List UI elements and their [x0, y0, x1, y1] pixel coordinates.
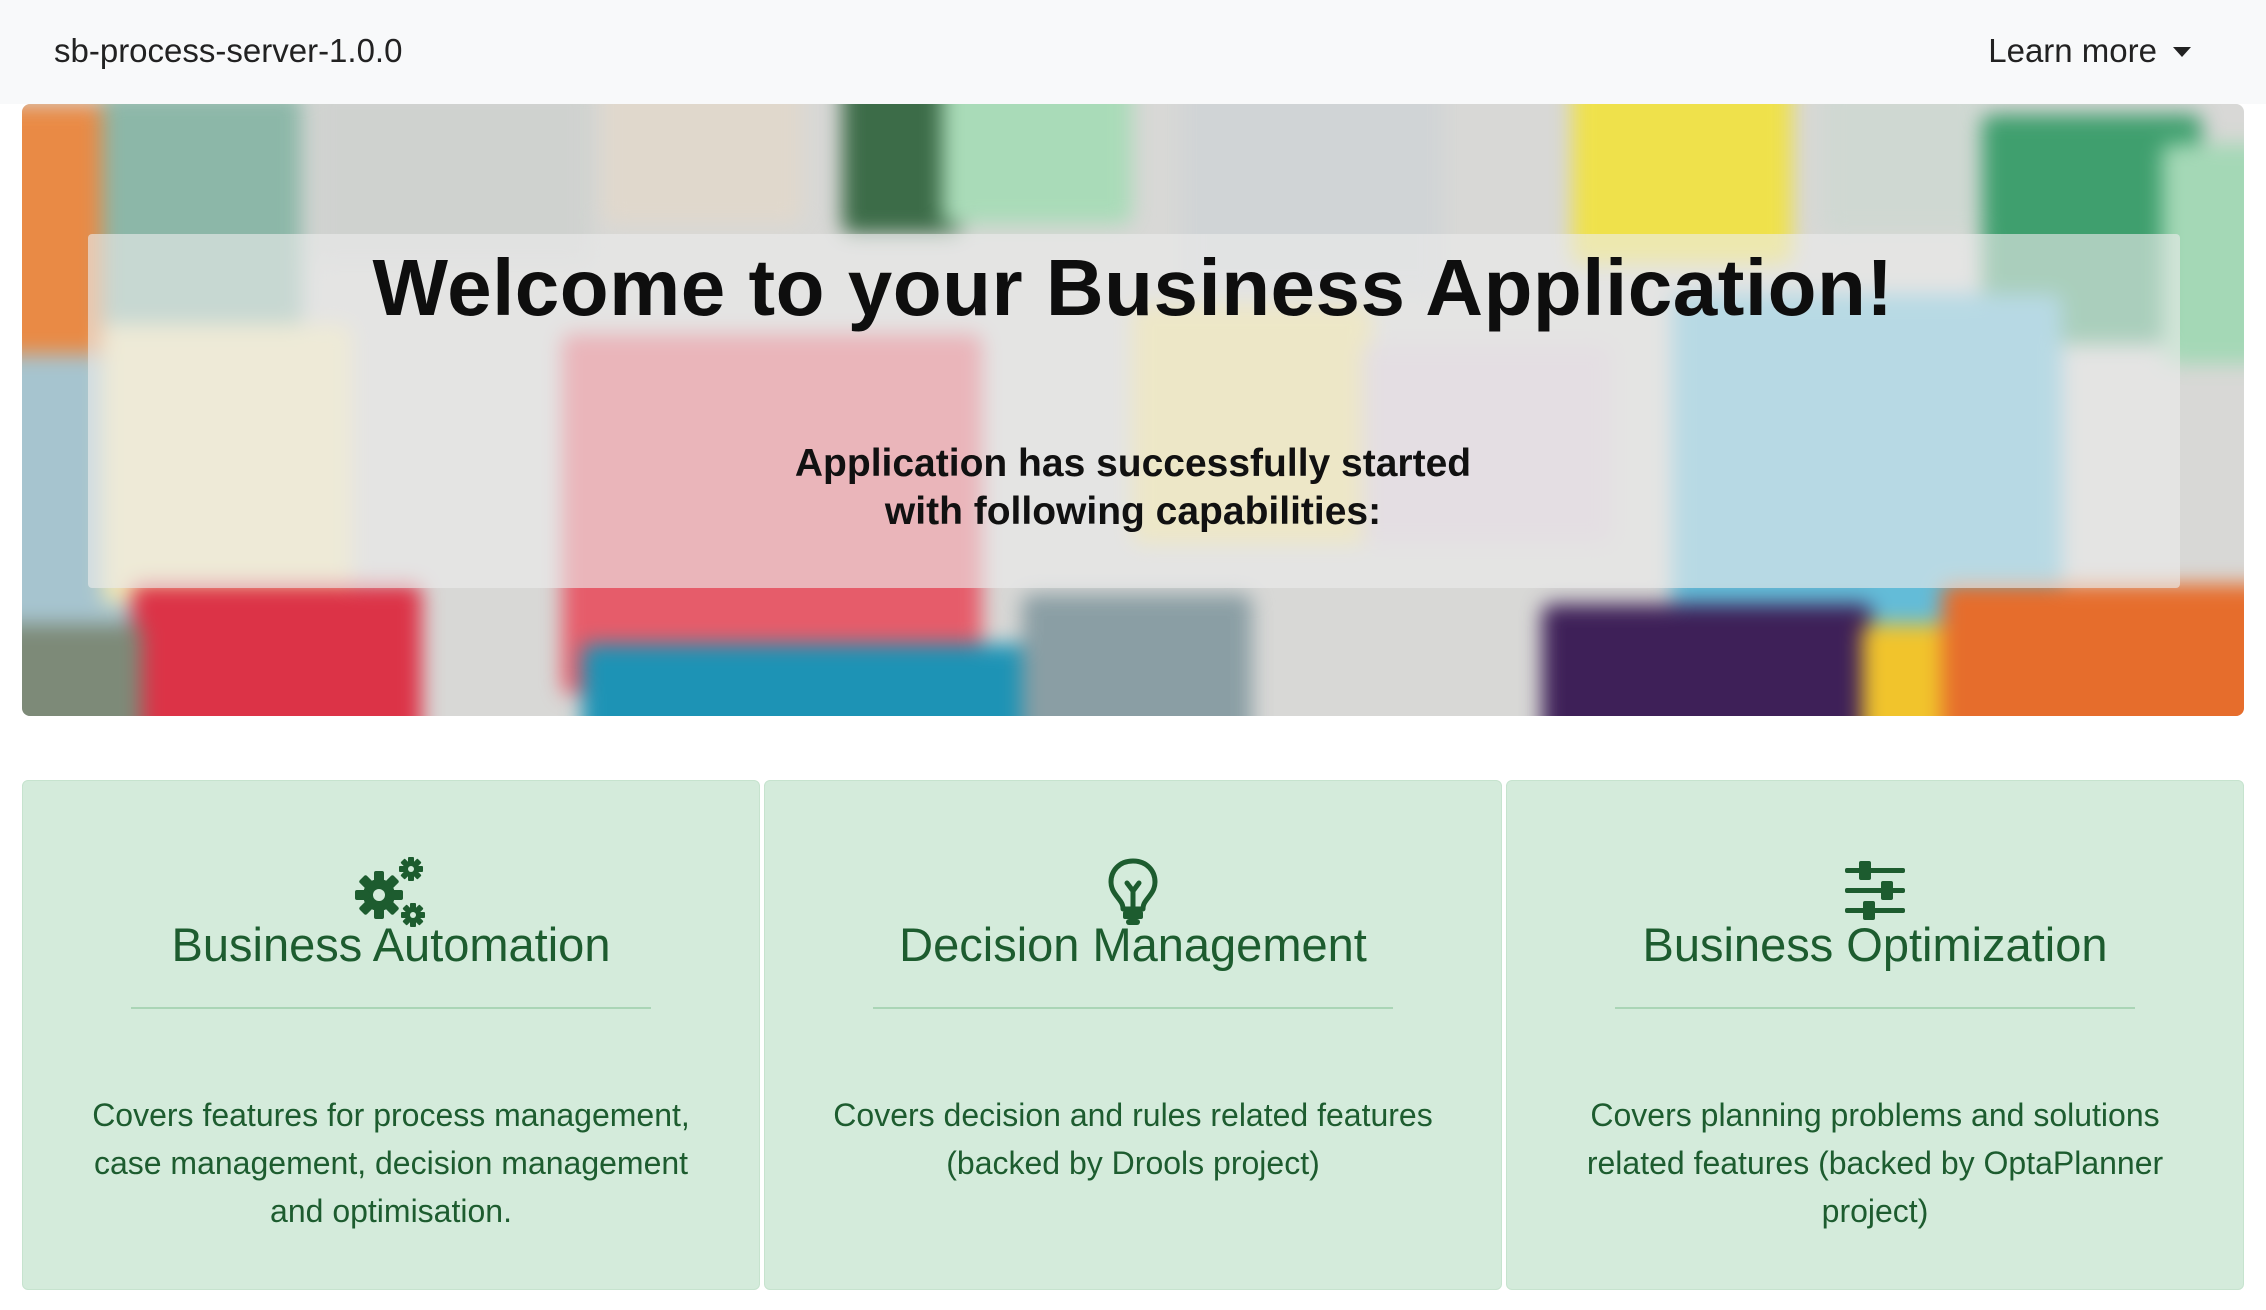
card-title: Decision Management — [899, 918, 1367, 971]
capabilities-section: Business Automation Covers features for … — [22, 780, 2244, 1290]
hero-subtitle-line-1: Application has successfully started — [794, 442, 1472, 485]
top-navbar: sb-process-server-1.0.0 Learn more — [0, 0, 2266, 104]
card-divider — [873, 1007, 1393, 1009]
card-decision-management: Decision Management Covers decision and … — [764, 780, 1502, 1290]
navbar-brand[interactable]: sb-process-server-1.0.0 — [54, 30, 402, 72]
caret-down-icon — [2173, 47, 2191, 57]
hero-banner: Welcome to your Business Application! Ap… — [22, 104, 2244, 716]
card-description: Covers planning problems and solutions r… — [1586, 1097, 2164, 1229]
card-title: Business Optimization — [1642, 918, 2108, 971]
card-business-optimization: Business Optimization Covers planning pr… — [1506, 780, 2244, 1290]
hero-subtitle: Application has successfully started wit… — [22, 440, 2244, 536]
card-business-automation: Business Automation Covers features for … — [22, 780, 760, 1290]
learn-more-label: Learn more — [1988, 32, 2157, 69]
card-divider — [131, 1007, 651, 1009]
card-divider — [1615, 1007, 2135, 1009]
hero-title: Welcome to your Business Application! — [372, 243, 1894, 332]
learn-more-dropdown[interactable]: Learn more — [1988, 30, 2191, 72]
card-title: Business Automation — [171, 918, 611, 971]
card-description: Covers features for process management, … — [92, 1097, 690, 1229]
card-description: Covers decision and rules related featur… — [833, 1097, 1433, 1181]
hero-subtitle-line-2: with following capabilities: — [884, 490, 1382, 533]
